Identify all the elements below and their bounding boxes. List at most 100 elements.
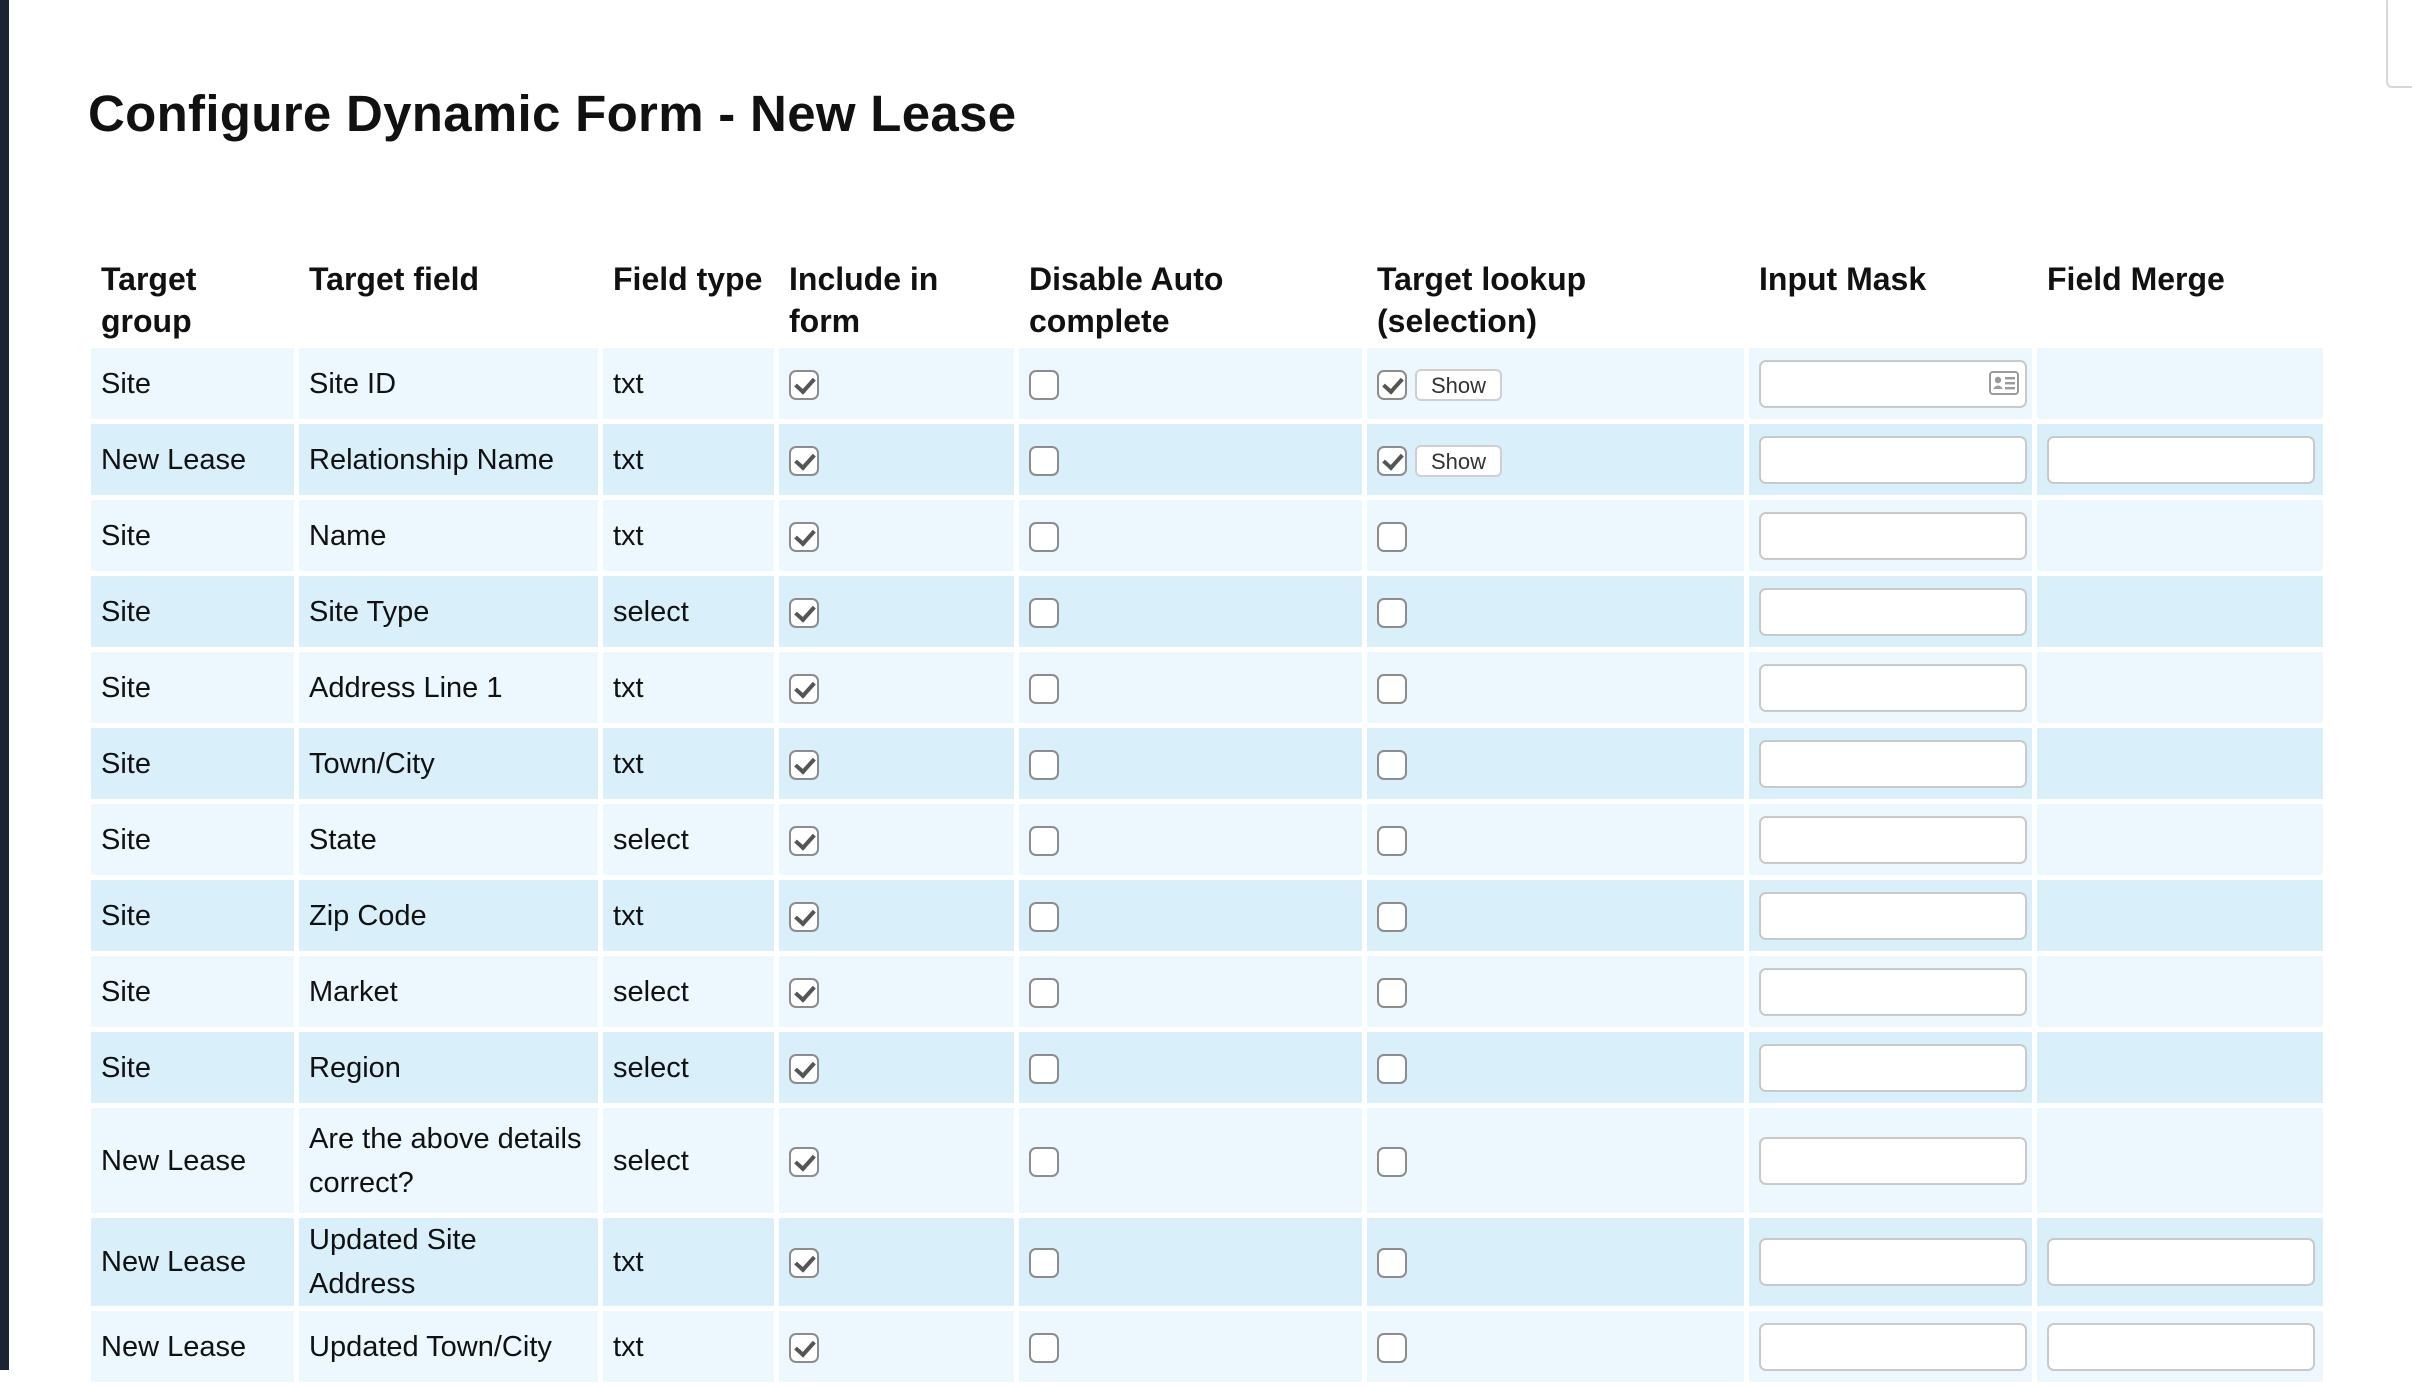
- target-lookup-checkbox[interactable]: [1377, 825, 1407, 856]
- cell-target-lookup: [1367, 728, 1749, 804]
- target-lookup-checkbox[interactable]: [1377, 1248, 1407, 1279]
- disable-autocomplete-checkbox[interactable]: [1029, 597, 1059, 628]
- disable-autocomplete-checkbox[interactable]: [1029, 673, 1059, 704]
- cell-target-field: Region: [299, 1032, 603, 1108]
- cell-field-merge: [2037, 804, 2323, 880]
- table-row: Site Address Line 1 txt: [91, 652, 2323, 728]
- cell-target-group: Site: [91, 880, 299, 956]
- cell-field-merge: [2037, 1032, 2323, 1108]
- include-in-form-checkbox[interactable]: [789, 673, 819, 704]
- cell-field-merge: [2037, 424, 2323, 500]
- input-mask-field[interactable]: [1759, 663, 2027, 712]
- cell-target-field: Relationship Name: [299, 424, 603, 500]
- include-in-form-checkbox[interactable]: [789, 901, 819, 932]
- input-mask-field[interactable]: [1759, 815, 2027, 864]
- input-mask-field[interactable]: [1759, 511, 2027, 560]
- include-in-form-checkbox[interactable]: [789, 825, 819, 856]
- disable-autocomplete-checkbox[interactable]: [1029, 901, 1059, 932]
- cell-field-type: select: [603, 1032, 779, 1108]
- input-mask-field[interactable]: [1759, 891, 2027, 940]
- corner-panel-tab[interactable]: [2386, 0, 2412, 88]
- target-lookup-checkbox[interactable]: [1377, 1053, 1407, 1084]
- target-lookup-checkbox[interactable]: [1377, 673, 1407, 704]
- include-in-form-checkbox[interactable]: [789, 1248, 819, 1279]
- cell-target-field: Address Line 1: [299, 652, 603, 728]
- disable-autocomplete-checkbox[interactable]: [1029, 825, 1059, 856]
- include-in-form-checkbox[interactable]: [789, 977, 819, 1008]
- cell-disable-autocomplete: [1019, 728, 1367, 804]
- disable-autocomplete-checkbox[interactable]: [1029, 1248, 1059, 1279]
- table-row: New Lease Updated Town/City txt: [91, 1311, 2323, 1387]
- input-mask-field[interactable]: [1759, 1238, 2027, 1286]
- cell-disable-autocomplete: [1019, 500, 1367, 576]
- input-mask-field[interactable]: [1759, 587, 2027, 636]
- cell-target-group: Site: [91, 1032, 299, 1108]
- table-row: Site Zip Code txt: [91, 880, 2323, 956]
- table-row: New Lease Relationship Name txt Show: [91, 424, 2323, 500]
- target-lookup-checkbox[interactable]: [1377, 1332, 1407, 1363]
- input-mask-field[interactable]: [1759, 1136, 2027, 1185]
- include-in-form-checkbox[interactable]: [789, 1332, 819, 1363]
- input-mask-wrapper: [1759, 1322, 2027, 1371]
- disable-autocomplete-checkbox[interactable]: [1029, 1053, 1059, 1084]
- disable-autocomplete-checkbox[interactable]: [1029, 977, 1059, 1008]
- table-row: Site Region select: [91, 1032, 2323, 1108]
- cell-include-in-form: [779, 500, 1019, 576]
- include-in-form-checkbox[interactable]: [789, 521, 819, 552]
- disable-autocomplete-checkbox[interactable]: [1029, 445, 1059, 476]
- contact-card-icon[interactable]: [1989, 370, 2019, 395]
- input-mask-wrapper: [1759, 815, 2027, 864]
- cell-input-mask: [1749, 424, 2037, 500]
- cell-input-mask: [1749, 728, 2037, 804]
- field-merge-input[interactable]: [2047, 1238, 2315, 1286]
- header-field-type: Field type: [613, 261, 763, 297]
- cell-target-group: Site: [91, 956, 299, 1032]
- disable-autocomplete-checkbox[interactable]: [1029, 369, 1059, 400]
- include-in-form-checkbox[interactable]: [789, 1053, 819, 1084]
- input-mask-wrapper: [1759, 435, 2027, 484]
- cell-target-group: New Lease: [91, 1218, 299, 1311]
- target-lookup-checkbox[interactable]: [1377, 1146, 1407, 1177]
- header-target-lookup: Target lookup (selection): [1377, 261, 1587, 339]
- cell-target-lookup: [1367, 880, 1749, 956]
- disable-autocomplete-checkbox[interactable]: [1029, 1146, 1059, 1177]
- cell-target-field: Site ID: [299, 348, 603, 424]
- cell-target-field: Site Type: [299, 576, 603, 652]
- show-button[interactable]: Show: [1415, 444, 1503, 477]
- show-button[interactable]: Show: [1415, 368, 1503, 401]
- field-merge-input[interactable]: [2047, 435, 2315, 484]
- cell-input-mask: [1749, 576, 2037, 652]
- cell-input-mask: [1749, 1311, 2037, 1387]
- input-mask-field[interactable]: [1759, 359, 2027, 408]
- target-lookup-checkbox[interactable]: [1377, 597, 1407, 628]
- target-lookup-checkbox[interactable]: [1377, 369, 1407, 400]
- table-row: New Lease Are the above details correct? s…: [91, 1108, 2323, 1218]
- disable-autocomplete-checkbox[interactable]: [1029, 749, 1059, 780]
- input-mask-field[interactable]: [1759, 1043, 2027, 1092]
- include-in-form-checkbox[interactable]: [789, 597, 819, 628]
- input-mask-field[interactable]: [1759, 1322, 2027, 1371]
- input-mask-field[interactable]: [1759, 739, 2027, 788]
- cell-target-group: Site: [91, 728, 299, 804]
- include-in-form-checkbox[interactable]: [789, 1146, 819, 1177]
- cell-include-in-form: [779, 424, 1019, 500]
- input-mask-field[interactable]: [1759, 967, 2027, 1016]
- target-lookup-checkbox[interactable]: [1377, 521, 1407, 552]
- window-left-edge: [0, 0, 9, 1370]
- cell-include-in-form: [779, 652, 1019, 728]
- target-lookup-checkbox[interactable]: [1377, 445, 1407, 476]
- input-mask-field[interactable]: [1759, 435, 2027, 484]
- input-mask-wrapper: [1759, 511, 2027, 560]
- cell-input-mask: [1749, 804, 2037, 880]
- target-lookup-checkbox[interactable]: [1377, 977, 1407, 1008]
- field-merge-input[interactable]: [2047, 1322, 2315, 1371]
- include-in-form-checkbox[interactable]: [789, 749, 819, 780]
- cell-include-in-form: [779, 1218, 1019, 1311]
- target-lookup-checkbox[interactable]: [1377, 901, 1407, 932]
- include-in-form-checkbox[interactable]: [789, 369, 819, 400]
- disable-autocomplete-checkbox[interactable]: [1029, 521, 1059, 552]
- disable-autocomplete-checkbox[interactable]: [1029, 1332, 1059, 1363]
- target-lookup-checkbox[interactable]: [1377, 749, 1407, 780]
- include-in-form-checkbox[interactable]: [789, 445, 819, 476]
- table-row: Site Name txt: [91, 500, 2323, 576]
